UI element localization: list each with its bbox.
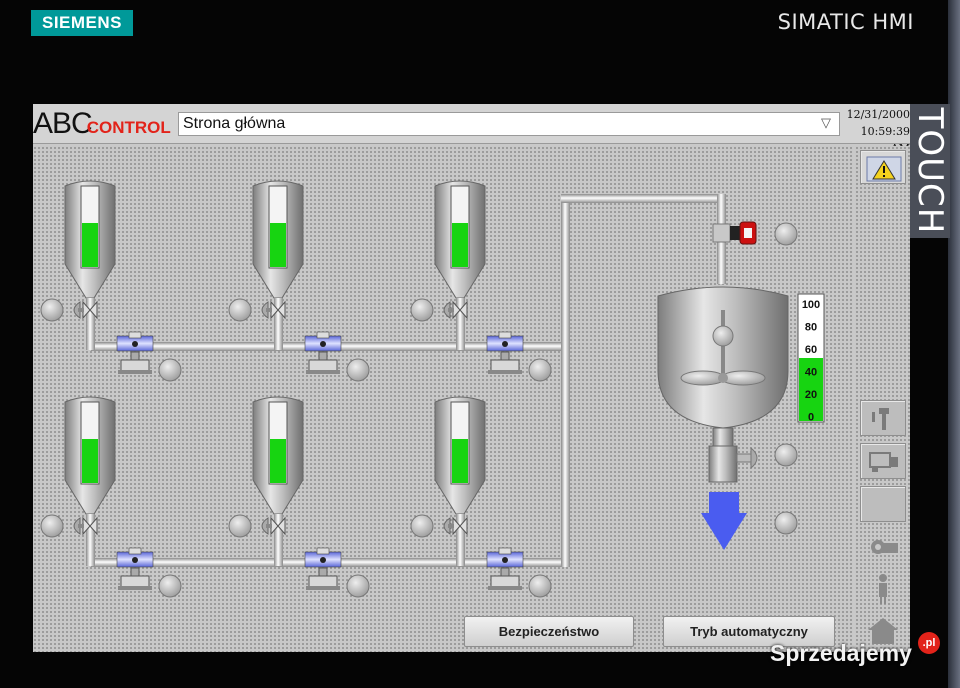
silo-valve-lamp — [40, 298, 64, 322]
tank-scale-label: 60 — [805, 344, 817, 356]
pipe-riser — [561, 198, 570, 567]
silo-level-fill — [270, 439, 286, 483]
warning-triangle-icon — [866, 156, 902, 182]
silo-group — [40, 180, 552, 598]
settings-icon — [871, 540, 898, 554]
abc-control-logo: ABC CONTROL — [33, 108, 171, 140]
safety-button[interactable]: Bezpieczeństwo — [464, 616, 634, 647]
silo-valve-lamp — [410, 298, 434, 322]
line-valve[interactable] — [304, 331, 342, 374]
pipe-tank-inlet — [717, 242, 726, 284]
silo-level-fill — [82, 223, 98, 267]
line-valve-lamp — [528, 574, 552, 598]
screen-selector-value: Strona główna — [183, 115, 286, 132]
silo-valve-lamp — [40, 514, 64, 538]
alarm-button[interactable] — [860, 150, 906, 184]
pipe-to-tank — [717, 194, 726, 224]
tank-outlet-valve[interactable] — [736, 446, 758, 470]
chevron-down-icon: ▽ — [821, 115, 831, 130]
silo-level-fill — [452, 223, 468, 267]
line-valve-lamp — [346, 358, 370, 382]
line-valve[interactable] — [486, 331, 524, 374]
touch-label-text: TOUCH — [910, 107, 950, 235]
silo-valve-lamp — [410, 514, 434, 538]
settings-button[interactable] — [860, 529, 906, 565]
simatic-hmi-label: SIMATIC HMI — [777, 10, 914, 34]
silo-level-fill — [270, 223, 286, 267]
tank-scale-label: 0 — [808, 412, 814, 424]
key-button[interactable] — [860, 400, 906, 436]
outlet-status-lamp — [774, 443, 798, 467]
discharge-arrow-icon — [701, 492, 747, 550]
tank-scale-label: 20 — [805, 389, 817, 401]
logo-control-text: CONTROL — [86, 118, 171, 137]
line-valve-lamp — [158, 358, 182, 382]
pipe-top-run — [561, 194, 726, 203]
tank-scale-label: 40 — [805, 367, 817, 379]
watermark-text: Sprzedajemy — [770, 640, 912, 666]
line-valve[interactable] — [486, 547, 524, 590]
line-valve-lamp — [346, 574, 370, 598]
line-valve-lamp — [158, 574, 182, 598]
tank-level-gauge: 100 80 60 40 20 0 — [797, 293, 825, 424]
tank-scale-label: 80 — [805, 322, 817, 334]
blank-button[interactable] — [860, 486, 906, 522]
mixing-tank — [657, 286, 789, 483]
silo-valve-lamp — [228, 298, 252, 322]
line-valve[interactable] — [304, 547, 342, 590]
logo-abc-text: ABC — [33, 107, 93, 140]
tank-scale-label: 100 — [802, 299, 820, 311]
pipe-network — [91, 194, 726, 567]
process-canvas: 100 80 60 40 20 0 Bezpieczeństwo Tryb automat… — [33, 146, 853, 652]
right-nav-panel — [855, 146, 910, 652]
tank-inlet-valve[interactable] — [712, 221, 757, 245]
key-icon — [872, 408, 889, 430]
watermark-badge: .pl — [918, 632, 940, 654]
line-valve[interactable] — [116, 331, 154, 374]
silo-level-fill — [452, 439, 468, 483]
line-valve[interactable] — [116, 547, 154, 590]
inlet-status-lamp — [774, 222, 798, 246]
watermark: Sprzedajemy — [770, 640, 912, 667]
siemens-logo: SIEMENS — [31, 10, 133, 36]
date-text: 12/31/2000 — [846, 108, 910, 121]
trend-button[interactable] — [860, 443, 906, 479]
blank-icon — [861, 487, 907, 523]
process-diagram: 100 80 60 40 20 0 — [40, 180, 825, 598]
touch-label: TOUCH — [910, 104, 950, 238]
user-icon — [879, 574, 887, 604]
silo-valve-lamp — [228, 514, 252, 538]
screen-selector[interactable]: Strona główna ▽ — [178, 112, 840, 136]
discharge-status-lamp — [774, 511, 798, 535]
line-valve-lamp — [528, 358, 552, 382]
hmi-screen: ABC CONTROL Strona główna ▽ 12/31/2000 1… — [33, 104, 910, 652]
silo-level-fill — [82, 439, 98, 483]
user-button[interactable] — [860, 570, 906, 606]
trend-icon — [869, 452, 898, 472]
top-bar: ABC CONTROL Strona główna ▽ 12/31/2000 1… — [33, 104, 910, 155]
